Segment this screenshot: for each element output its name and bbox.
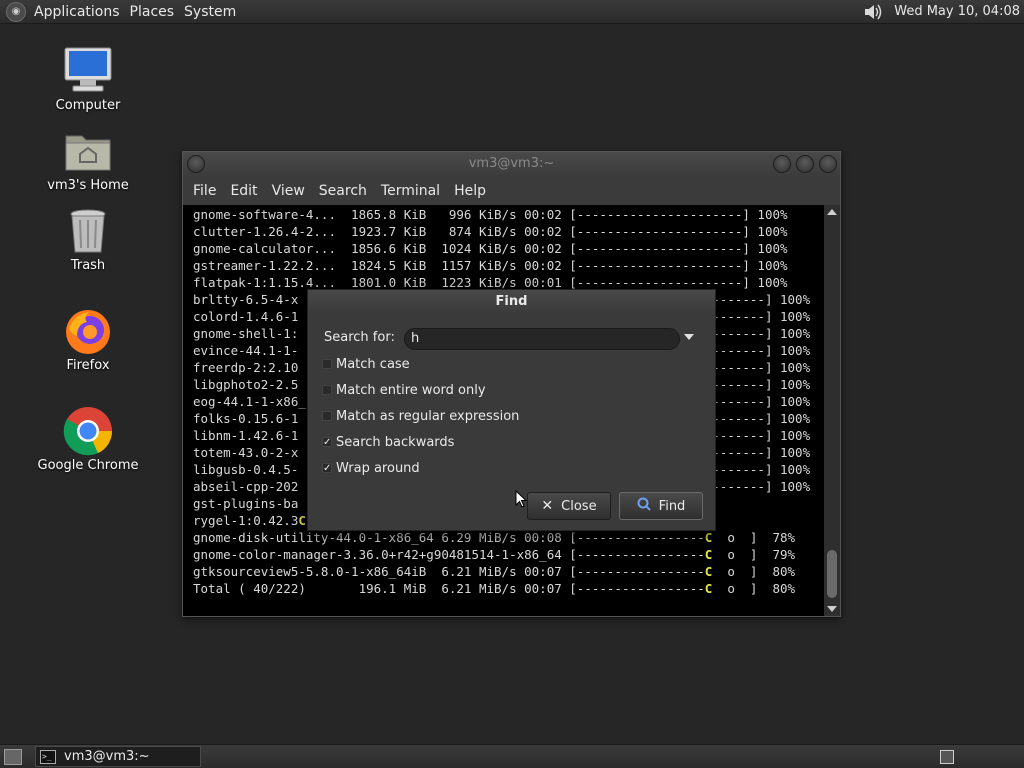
trash-icon: [63, 206, 113, 256]
terminal-scrollbar[interactable]: [824, 205, 840, 616]
scroll-up-icon[interactable]: [827, 209, 837, 215]
option-wrap-around[interactable]: ✓ Wrap around: [322, 458, 420, 478]
clock[interactable]: Wed May 10, 04:08: [894, 4, 1020, 19]
find-button-label: Find: [658, 498, 686, 514]
scroll-down-icon[interactable]: [827, 606, 837, 612]
applications-menu[interactable]: Applications: [32, 4, 128, 20]
find-button[interactable]: Find: [619, 492, 703, 520]
close-button[interactable]: ✕ Close: [527, 492, 611, 520]
search-input[interactable]: h: [404, 328, 680, 350]
menu-help[interactable]: Help: [447, 183, 493, 199]
computer-icon: [63, 46, 113, 96]
menu-search[interactable]: Search: [312, 183, 374, 199]
desktop-icon-label: Google Chrome: [37, 458, 139, 473]
terminal-line: gtksourceview5-5.8.0-1-x86_64iB 6.21 MiB…: [193, 563, 824, 580]
terminal-icon: >_: [40, 749, 56, 764]
terminal-line-text: gnome-software-4... 1865.8 KiB 996 KiB/s…: [193, 207, 788, 222]
search-backwards-checkbox[interactable]: ✓: [322, 437, 332, 448]
volume-icon[interactable]: [862, 2, 884, 22]
option-label: Search backwards: [336, 434, 455, 450]
terminal-line-text: clutter-1.26.4-2... 1923.7 KiB 874 KiB/s…: [193, 224, 788, 239]
terminal-line-text: gtksourceview5-5.8.0-1-x86_64iB 6.21 MiB…: [193, 564, 705, 579]
home-folder-icon: [63, 126, 113, 176]
terminal-titlebar[interactable]: vm3@vm3:~: [183, 152, 840, 177]
progress-tail: C o ] 78%: [704, 530, 796, 545]
system-menu[interactable]: System: [182, 4, 244, 20]
menu-file[interactable]: File: [186, 183, 223, 199]
scrollbar-thumb[interactable]: [827, 550, 837, 598]
show-desktop-icon[interactable]: [4, 749, 22, 765]
option-label: Match entire word only: [336, 382, 486, 398]
terminal-line: gnome-calculator... 1856.6 KiB 1024 KiB/…: [193, 240, 824, 257]
terminal-menubar: File Edit View Search Terminal Help: [183, 177, 840, 205]
match-word-checkbox[interactable]: [322, 385, 332, 395]
terminal-title: vm3@vm3:~: [468, 156, 555, 171]
terminal-line-text: gstreamer-1.22.2... 1824.5 KiB 1157 KiB/…: [193, 258, 788, 273]
terminal-line: gnome-color-manager-3.36.0+r42+g90481514…: [193, 546, 824, 563]
search-for-label: Search for:: [324, 330, 395, 345]
menu-terminal[interactable]: Terminal: [374, 183, 447, 199]
match-case-checkbox[interactable]: [322, 359, 332, 369]
desktop-icon-home[interactable]: vm3's Home: [33, 126, 143, 193]
top-panel: ◉ Applications Places System Wed May 10,…: [0, 0, 1024, 24]
progress-tail: C o ] 80%: [704, 564, 796, 579]
desktop-icon-chrome[interactable]: Google Chrome: [33, 406, 143, 473]
distro-logo-icon[interactable]: ◉: [6, 1, 26, 22]
search-icon: [637, 497, 651, 515]
terminal-line: gnome-disk-utility-44.0-1-x86_64 6.29 Mi…: [193, 529, 824, 546]
close-window-button[interactable]: [819, 155, 837, 173]
terminal-line-text: rygel-1:0.42.3: [193, 513, 299, 528]
desktop-icon-label: Computer: [55, 98, 121, 113]
option-label: Match as regular expression: [336, 408, 520, 424]
bottom-panel: >_ vm3@vm3:~: [0, 744, 1024, 768]
terminal-line-text: gnome-calculator... 1856.6 KiB 1024 KiB/…: [193, 241, 788, 256]
option-match-case[interactable]: Match case: [322, 354, 410, 374]
maximize-button[interactable]: [796, 155, 814, 173]
terminal-line-text: gnome-color-manager-3.36.0+r42+g90481514…: [193, 547, 705, 562]
mouse-pointer-icon: [515, 489, 528, 508]
taskbar-window-label: vm3@vm3:~: [64, 749, 150, 764]
desktop-icon-firefox[interactable]: Firefox: [33, 306, 143, 373]
desktop-icon-label: vm3's Home: [47, 178, 129, 193]
desktop-icon-trash[interactable]: Trash: [33, 206, 143, 273]
regex-checkbox[interactable]: [322, 411, 332, 421]
option-regex[interactable]: Match as regular expression: [322, 406, 519, 426]
option-search-backwards[interactable]: ✓ Search backwards: [322, 432, 454, 452]
menu-view[interactable]: View: [265, 183, 312, 199]
option-label: Match case: [336, 356, 410, 372]
places-menu[interactable]: Places: [128, 4, 183, 20]
find-dialog[interactable]: Find Search for: h Match case Match enti…: [307, 289, 716, 531]
close-icon: ✕: [541, 498, 554, 514]
progress-tail: C o ] 79%: [704, 547, 796, 562]
desktop-icon-label: Trash: [70, 258, 106, 273]
terminal-line: clutter-1.26.4-2... 1923.7 KiB 874 KiB/s…: [193, 223, 824, 240]
terminal-line-text: flatpak-1:1.15.4... 1801.0 KiB 1223 KiB/…: [193, 275, 788, 290]
chrome-icon: [63, 406, 113, 456]
minimize-button[interactable]: [773, 155, 791, 173]
search-history-dropdown-icon[interactable]: [684, 334, 694, 340]
option-label: Wrap around: [336, 460, 420, 476]
terminal-line-text: gnome-disk-utility-44.0-1-x86_64 6.29 Mi…: [193, 530, 705, 545]
workspace-switcher-icon[interactable]: [940, 750, 954, 764]
menu-edit[interactable]: Edit: [223, 183, 264, 199]
taskbar-terminal-button[interactable]: >_ vm3@vm3:~: [35, 746, 201, 767]
wrap-around-checkbox[interactable]: ✓: [322, 463, 332, 474]
close-button-label: Close: [561, 498, 597, 514]
option-match-entire-word[interactable]: Match entire word only: [322, 380, 486, 400]
terminal-line: gnome-software-4... 1865.8 KiB 996 KiB/s…: [193, 206, 824, 223]
find-dialog-title[interactable]: Find: [308, 290, 715, 314]
firefox-icon: [63, 306, 113, 356]
desktop-icon-computer[interactable]: Computer: [33, 46, 143, 113]
desktop-icon-label: Firefox: [66, 358, 110, 373]
terminal-line: Total ( 40/222) 196.1 MiB 6.21 MiB/s 00:…: [193, 580, 824, 597]
terminal-line-text: Total ( 40/222) 196.1 MiB 6.21 MiB/s 00:…: [193, 581, 705, 596]
terminal-line: gstreamer-1.22.2... 1824.5 KiB 1157 KiB/…: [193, 257, 824, 274]
progress-tail: C o ] 80%: [704, 581, 796, 596]
